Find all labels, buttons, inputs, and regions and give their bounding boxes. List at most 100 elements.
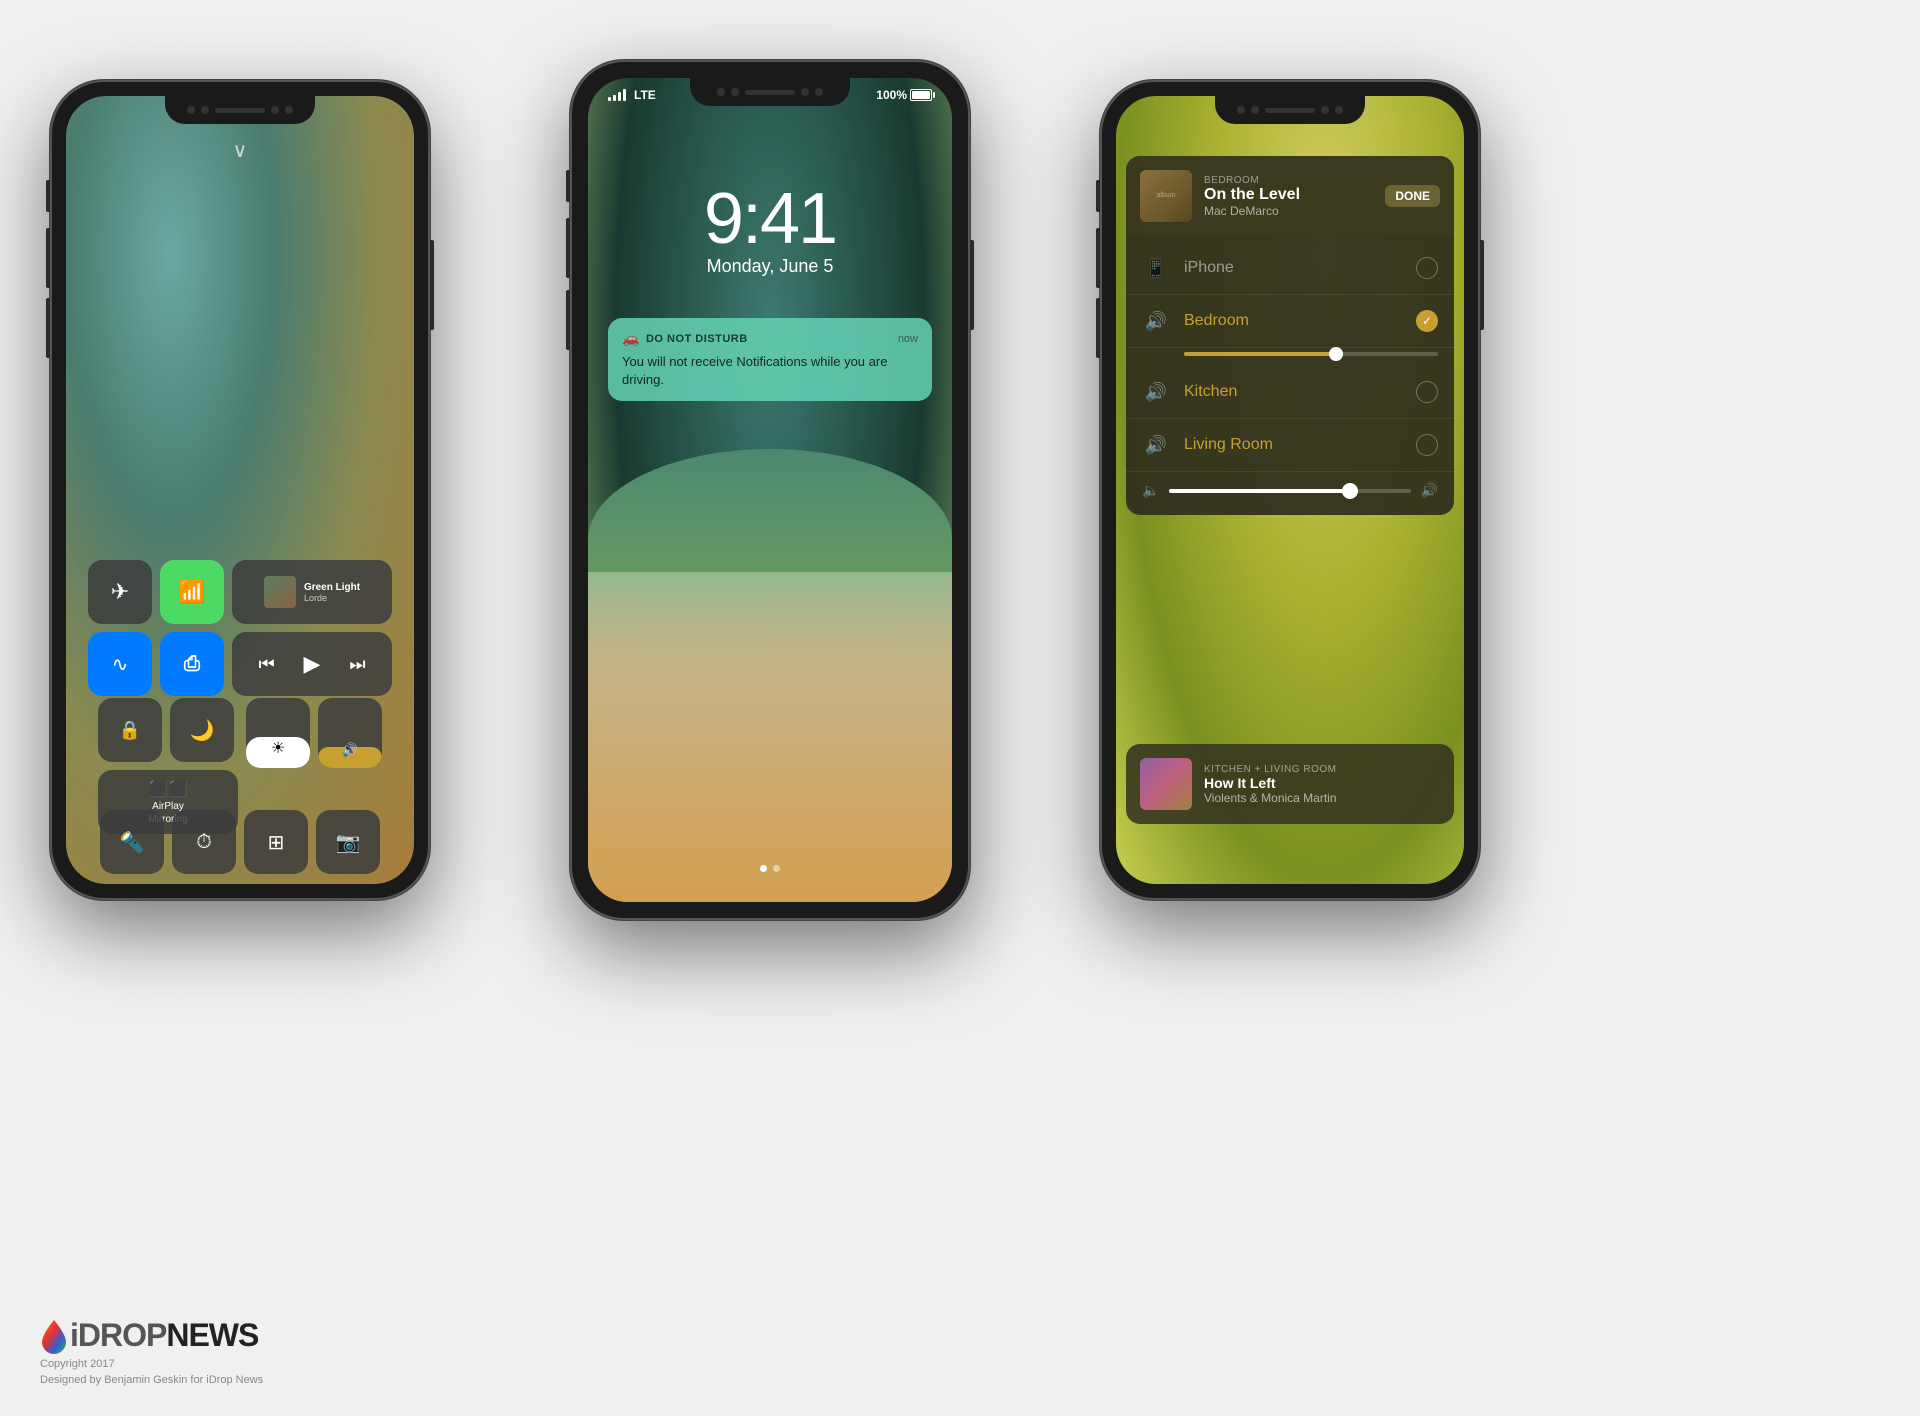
kitchen-speaker-icon: 🔊 <box>1142 378 1170 406</box>
power-button-2[interactable] <box>970 240 974 330</box>
mute-switch-3 <box>1096 180 1100 212</box>
do-not-disturb-tile[interactable]: 🌙 <box>170 698 234 762</box>
notch-2-dot-1 <box>717 88 725 96</box>
bedroom-volume-track[interactable] <box>1184 352 1438 356</box>
battery-percent: 100% <box>876 88 907 102</box>
device-item-iphone[interactable]: 📱 iPhone <box>1126 242 1454 295</box>
phone-2-screen: LTE 100% 9:41 Monday, June 5 <box>588 78 952 902</box>
lock-screen-time: 9:41 <box>588 178 952 260</box>
device-item-living-room[interactable]: 🔊 Living Room <box>1126 419 1454 472</box>
calculator-tile[interactable]: ⊞ <box>244 810 308 874</box>
master-volume-fill <box>1169 489 1350 493</box>
bluetooth-tile[interactable]: ⎙ <box>160 632 224 696</box>
notch-2-dot-2 <box>731 88 739 96</box>
notch-2 <box>690 78 850 106</box>
device-list: 📱 iPhone 🔊 Bedroom ✓ <box>1126 236 1454 515</box>
status-left: LTE <box>608 88 656 102</box>
volume-min-icon: 🔈 <box>1142 482 1159 499</box>
notch-dot-2 <box>201 106 209 114</box>
artist-name: Lorde <box>304 593 360 603</box>
page-dot-1 <box>760 865 767 872</box>
airplane-mode-tile[interactable]: ✈ <box>88 560 152 624</box>
control-center-background: ∨ ✈ 📶 Green Light Lorde <box>66 96 414 884</box>
mini-room-label: KITCHEN + LIVING ROOM <box>1204 764 1440 775</box>
mini-song-info: KITCHEN + LIVING ROOM How It Left Violen… <box>1204 764 1440 805</box>
bedroom-volume-fill <box>1184 352 1336 356</box>
phone-3-screen: album BEDROOM On the Level Mac DeMarco D… <box>1116 96 1464 884</box>
device-item-bedroom[interactable]: 🔊 Bedroom ✓ <box>1126 295 1454 348</box>
wifi-tile[interactable]: ∿ <box>88 632 152 696</box>
volume-down-button-2[interactable] <box>566 290 570 350</box>
volume-down-button-3[interactable] <box>1096 298 1100 358</box>
master-volume-row: 🔈 🔊 <box>1126 472 1454 509</box>
media-controls: ⏮ ▶ ⏭ <box>232 632 392 696</box>
play-pause-button[interactable]: ▶ <box>304 651 321 677</box>
notch-3-dot-2 <box>1251 106 1259 114</box>
phone-2-lock-screen: LTE 100% 9:41 Monday, June 5 <box>570 60 970 920</box>
credit-text: Designed by Benjamin Geskin for iDrop Ne… <box>40 1374 263 1386</box>
notch-dot-4 <box>285 106 293 114</box>
bedroom-label: Bedroom <box>1184 312 1402 330</box>
wave-bg-2 <box>588 572 952 902</box>
phone-3-body: album BEDROOM On the Level Mac DeMarco D… <box>1100 80 1480 900</box>
phone-1-body: ∨ ✈ 📶 Green Light Lorde <box>50 80 430 900</box>
mini-player[interactable]: KITCHEN + LIVING ROOM How It Left Violen… <box>1126 744 1454 824</box>
power-button-3[interactable] <box>1480 240 1484 330</box>
iphone-icon: 📱 <box>1142 254 1170 282</box>
mini-song-title: How It Left <box>1204 775 1440 791</box>
notification-header: 🚗 DO NOT DISTURB now <box>622 330 918 347</box>
timer-tile[interactable]: ⏱ <box>172 810 236 874</box>
notch-1 <box>165 96 315 124</box>
done-button[interactable]: DONE <box>1385 185 1440 207</box>
fast-forward-button[interactable]: ⏭ <box>349 654 365 675</box>
brightness-slider[interactable]: ☀ <box>246 698 310 768</box>
notification-time: now <box>898 333 918 345</box>
airplay-background: album BEDROOM On the Level Mac DeMarco D… <box>1116 96 1464 884</box>
page-dot-2 <box>773 865 780 872</box>
album-art: album <box>1140 170 1192 222</box>
logo-area: iDROPNEWS Copyright 2017 Designed by Ben… <box>40 1317 263 1386</box>
cellular-tile[interactable]: 📶 <box>160 560 224 624</box>
music-info: Green Light Lorde <box>304 582 360 603</box>
notch-speaker <box>215 108 265 113</box>
iphone-check <box>1416 257 1438 279</box>
flashlight-tile[interactable]: 🔦 <box>100 810 164 874</box>
logo-idrop: iDROP <box>70 1317 166 1353</box>
mute-switch-2 <box>566 170 570 202</box>
artist-main: Mac DeMarco <box>1204 204 1373 218</box>
volume-slider[interactable]: 🔊 <box>318 698 382 768</box>
battery-fill <box>912 91 930 99</box>
logo-drop-icon <box>40 1318 68 1354</box>
volume-up-button[interactable] <box>46 228 50 288</box>
master-volume-track[interactable] <box>1169 489 1410 493</box>
notch-2-dot-4 <box>815 88 823 96</box>
copyright-text: Copyright 2017 <box>40 1358 263 1370</box>
bedroom-check: ✓ <box>1416 310 1438 332</box>
rotation-lock-tile[interactable]: 🔒 <box>98 698 162 762</box>
lock-screen-date: Monday, June 5 <box>588 256 952 277</box>
kitchen-label: Kitchen <box>1184 383 1402 401</box>
device-item-kitchen[interactable]: 🔊 Kitchen <box>1126 366 1454 419</box>
notification-body: You will not receive Notifications while… <box>622 353 918 389</box>
room-label: BEDROOM <box>1204 175 1373 186</box>
carrier-label: LTE <box>634 88 656 102</box>
notch-2-speaker <box>745 90 795 95</box>
lock-screen-background: LTE 100% 9:41 Monday, June 5 <box>588 78 952 902</box>
now-playing-tile[interactable]: Green Light Lorde <box>232 560 392 624</box>
mini-artist: Violents & Monica Martin <box>1204 791 1440 805</box>
song-title: Green Light <box>304 582 360 593</box>
notch-3-dot-3 <box>1321 106 1329 114</box>
camera-tile[interactable]: 📷 <box>316 810 380 874</box>
volume-max-icon: 🔊 <box>1421 482 1438 499</box>
volume-down-button[interactable] <box>46 298 50 358</box>
notch-3-dot-4 <box>1335 106 1343 114</box>
volume-up-button-2[interactable] <box>566 218 570 278</box>
power-button[interactable] <box>430 240 434 330</box>
dnd-notification[interactable]: 🚗 DO NOT DISTURB now You will not receiv… <box>608 318 932 401</box>
mute-switch <box>46 180 50 212</box>
phone-2-body: LTE 100% 9:41 Monday, June 5 <box>570 60 970 920</box>
rewind-button[interactable]: ⏮ <box>258 654 274 675</box>
notification-title: 🚗 DO NOT DISTURB <box>622 330 748 347</box>
iphone-label: iPhone <box>1184 259 1402 277</box>
volume-up-button-3[interactable] <box>1096 228 1100 288</box>
